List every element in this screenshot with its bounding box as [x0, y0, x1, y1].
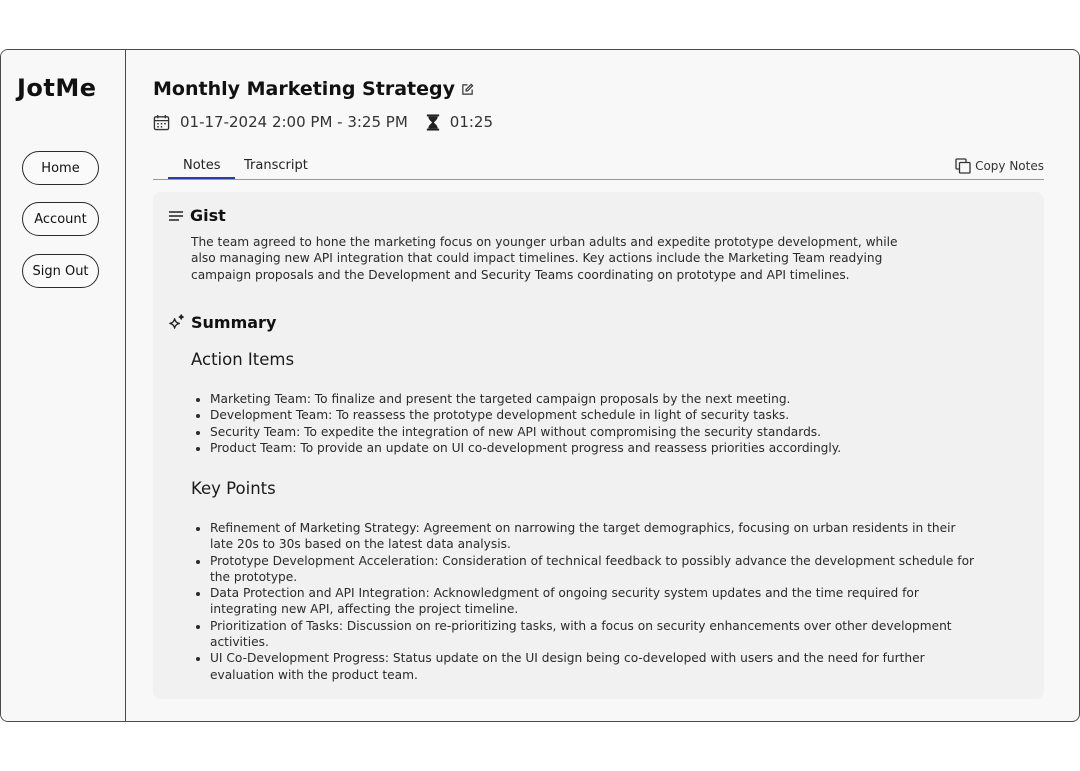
- gist-heading-row: Gist: [168, 206, 226, 225]
- key-point-item: UI Co-Development Progress: Status updat…: [210, 650, 978, 683]
- action-item: Marketing Team: To finalize and present …: [210, 391, 910, 407]
- summary-heading: Summary: [191, 313, 277, 332]
- copy-notes-label: Copy Notes: [975, 159, 1044, 173]
- key-point-item: Prioritization of Tasks: Discussion on r…: [210, 618, 978, 651]
- key-points-list: Refinement of Marketing Strategy: Agreem…: [191, 520, 978, 683]
- gist-text: The team agreed to hone the marketing fo…: [191, 235, 898, 282]
- sparkle-icon: [168, 314, 185, 331]
- hourglass-icon: [426, 113, 440, 131]
- tab-bar: Notes Transcript Copy Notes: [153, 157, 1044, 180]
- title-row: Monthly Marketing Strategy: [153, 78, 474, 100]
- sign-out-button[interactable]: Sign Out: [22, 254, 99, 288]
- app-logo: JotMe: [17, 74, 97, 102]
- meeting-datetime: 01-17-2024 2:00 PM - 3:25 PM: [180, 113, 408, 131]
- copy-icon: [955, 158, 971, 174]
- sidebar: JotMe Home Account Sign Out: [1, 50, 126, 721]
- account-button[interactable]: Account: [22, 202, 99, 236]
- action-items-list: Marketing Team: To finalize and present …: [191, 391, 910, 456]
- summary-heading-row: Summary: [168, 313, 276, 332]
- key-point-item: Prototype Development Acceleration: Cons…: [210, 553, 978, 586]
- main-panel: Monthly Marketing Strategy 01-17-2024 2:…: [126, 50, 1079, 721]
- meeting-meta: 01-17-2024 2:00 PM - 3:25 PM 01:25: [153, 113, 493, 131]
- menu-lines-icon: [168, 209, 184, 223]
- tab-notes[interactable]: Notes: [168, 158, 235, 179]
- key-point-item: Refinement of Marketing Strategy: Agreem…: [210, 520, 978, 553]
- gist-heading: Gist: [190, 206, 226, 225]
- key-point-item: Data Protection and API Integration: Ack…: [210, 585, 978, 618]
- copy-notes-button[interactable]: Copy Notes: [955, 158, 1044, 174]
- meeting-duration: 01:25: [449, 113, 494, 131]
- edit-icon[interactable]: [461, 83, 474, 96]
- home-button[interactable]: Home: [22, 151, 99, 185]
- key-points-heading: Key Points: [191, 479, 276, 498]
- tab-transcript[interactable]: Transcript: [244, 158, 308, 177]
- page-title: Monthly Marketing Strategy: [153, 78, 455, 100]
- action-item: Development Team: To reassess the protot…: [210, 407, 910, 423]
- action-item: Security Team: To expedite the integrati…: [210, 424, 910, 440]
- app-window: JotMe Home Account Sign Out Monthly Mark…: [0, 49, 1080, 722]
- action-items-heading: Action Items: [191, 350, 295, 369]
- calendar-icon: [153, 114, 170, 131]
- notes-content: Gist The team agreed to hone the marketi…: [153, 192, 1044, 699]
- action-item: Product Team: To provide an update on UI…: [210, 440, 910, 456]
